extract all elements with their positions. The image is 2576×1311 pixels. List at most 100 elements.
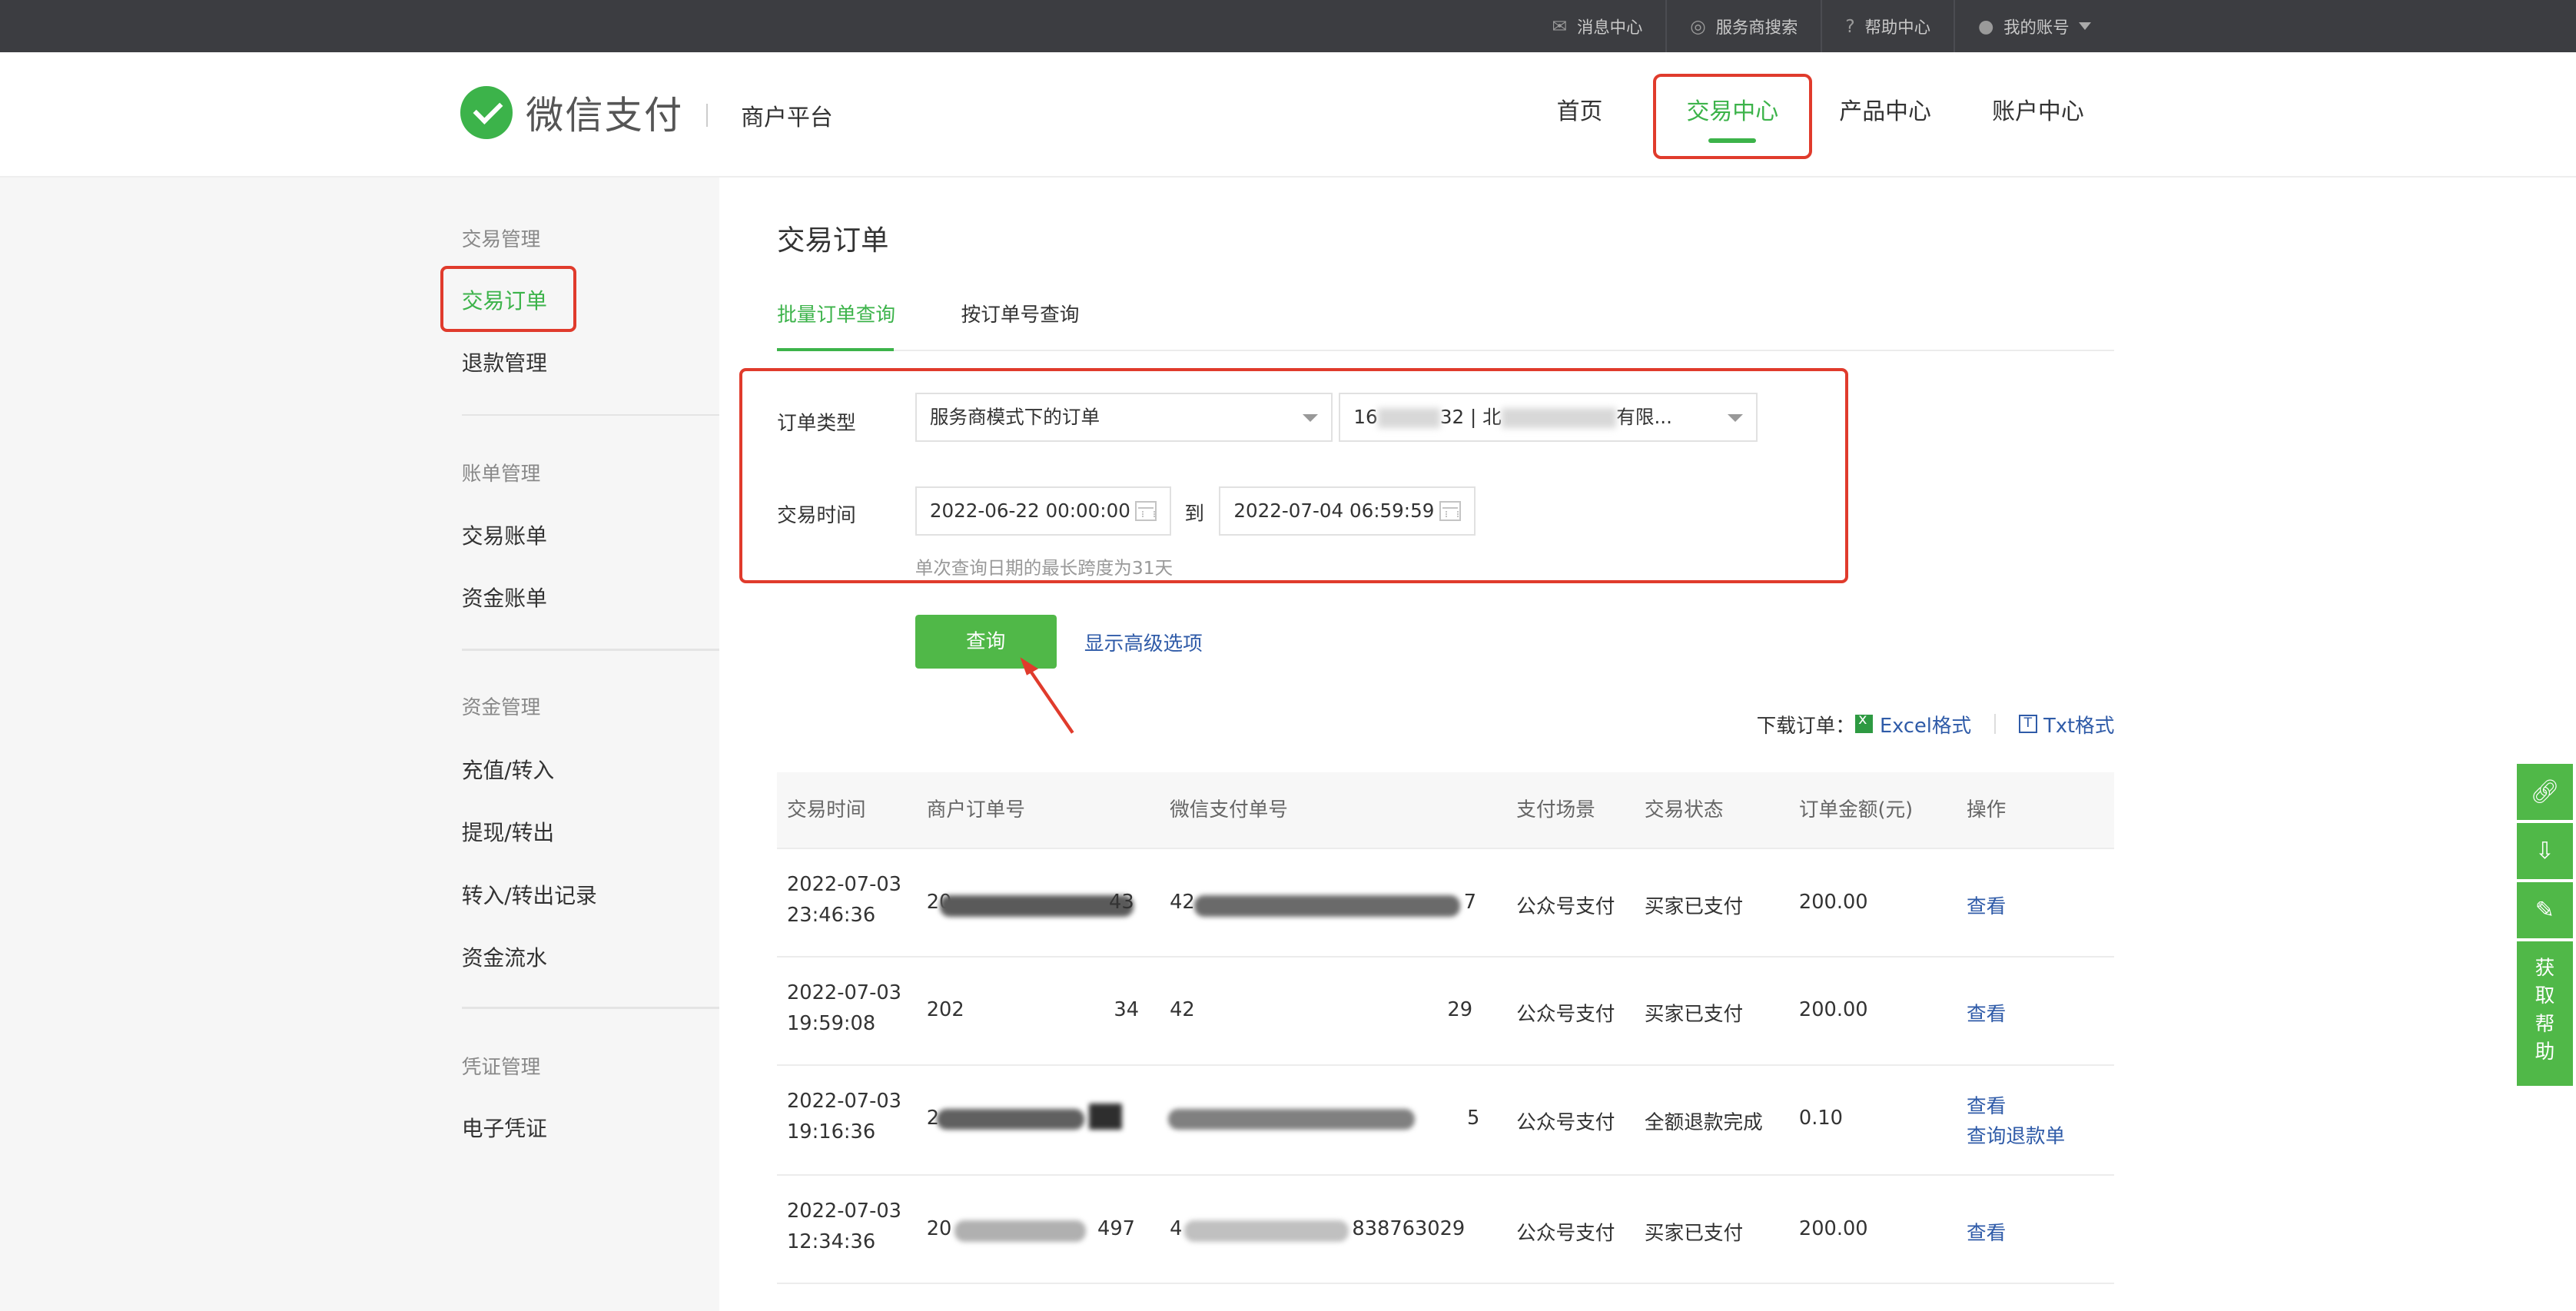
sidebar-item-withdraw[interactable]: 提现/转出 [462, 816, 555, 847]
mail-icon: ✉ [1552, 15, 1568, 38]
column-header: 交易状态 [1644, 798, 1724, 821]
txt-icon: T [2019, 715, 2037, 733]
link-icon[interactable]: 🔗︎ [2517, 764, 2573, 820]
wx-order-no-end: 5 [1467, 1107, 1480, 1130]
tab-order-no-query[interactable]: 按订单号查询 [961, 299, 1080, 350]
trade-date: 2022-07-03 [786, 1199, 901, 1223]
tab-batch-query[interactable]: 批量订单查询 [777, 299, 896, 352]
nav-account-center[interactable]: 账户中心 [1962, 77, 2115, 156]
brand-name: 微信支付 [526, 93, 684, 138]
sidebar-item-transfer-records[interactable]: 转入/转出记录 [462, 879, 597, 910]
provider-search-link[interactable]: ◎ 服务商搜索 [1665, 0, 1821, 53]
sidebar-item-refunds[interactable]: 退款管理 [462, 347, 547, 377]
sidebar-item-fund-flow[interactable]: 资金流水 [462, 941, 547, 972]
my-account-label: 我的账号 [2003, 18, 2070, 38]
help-center-link[interactable]: ? 帮助中心 [1821, 0, 1954, 53]
annotation-arrow [1020, 657, 1074, 734]
pay-scene-cell: 公众号支付 [1516, 1003, 1615, 1027]
sidebar-item-e-voucher[interactable]: 电子凭证 [462, 1112, 547, 1143]
table-header: 交易时间 商户订单号 微信支付单号 支付场景 交易状态 订单金额(元) 操作 [777, 772, 2115, 850]
order-type-value: 服务商模式下的订单 [929, 405, 1100, 428]
trade-time: 19:16:36 [786, 1120, 876, 1144]
trade-time: 12:34:36 [786, 1230, 876, 1254]
trade-time: 23:46:36 [786, 904, 876, 928]
trade-time-label: 交易时间 [777, 503, 856, 527]
help-center-label: 帮助中心 [1864, 18, 1930, 38]
redacted-mark [1089, 1104, 1123, 1130]
order-amount-cell: 200.00 [1798, 890, 1868, 914]
order-type-select[interactable]: 服务商模式下的订单 [915, 392, 1333, 443]
pay-scene-cell: 公众号支付 [1516, 894, 1615, 918]
tab-batch-query-label: 批量订单查询 [777, 304, 896, 327]
order-amount-cell: 200.00 [1798, 1216, 1868, 1240]
trade-time-cell: 2022-07-03 23:46:36 [787, 869, 901, 931]
nav-product-center[interactable]: 产品中心 [1809, 77, 1962, 156]
trade-status-cell: 全额退款完成 [1644, 1111, 1763, 1135]
help-icon: ? [1845, 15, 1855, 38]
order-amount-cell: 0.10 [1798, 1107, 1843, 1130]
end-time-value: 2022-07-04 06:59:59 [1233, 499, 1435, 522]
download-icon[interactable]: ⇩ [2517, 823, 2573, 879]
query-refund-link[interactable]: 查询退款单 [1967, 1120, 2065, 1149]
table-row: 2022-07-03 19:59:08 202 34 42 29 公众号支付 买… [777, 958, 2115, 1066]
check-logo-icon [460, 86, 513, 139]
get-help-label: 获取帮助 [2535, 956, 2555, 1064]
sidebar-item-trade-bill[interactable]: 交易账单 [462, 519, 547, 550]
view-order-link[interactable]: 查看 [1967, 891, 2006, 919]
table-row: 2022-07-03 23:46:36 20 43 42 7 公众号支付 买家已… [777, 849, 2115, 958]
user-icon: ● [1977, 15, 1994, 38]
my-account-menu[interactable]: ● 我的账号 [1953, 0, 2114, 53]
wx-order-no-end: 7 [1463, 890, 1477, 914]
sidebar-divider [461, 649, 720, 651]
trade-date: 2022-07-03 [786, 1089, 901, 1113]
download-divider [1994, 714, 1997, 734]
sub-merchant-name-end: 有限... [1616, 405, 1672, 428]
sidebar-highlight-box [440, 266, 577, 332]
download-txt-link[interactable]: T Txt格式 [2019, 710, 2114, 738]
trade-time-cell: 2022-07-03 19:59:08 [787, 977, 901, 1040]
pay-scene-cell: 公众号支付 [1516, 1111, 1615, 1135]
wx-order-no-end: 29 [1447, 998, 1473, 1022]
active-nav-underline [1708, 138, 1757, 143]
get-help-button[interactable]: 获取帮助 [2517, 941, 2573, 1086]
search-icon: ◎ [1690, 15, 1706, 38]
nav-trade-center[interactable]: 交易中心 [1652, 74, 1812, 160]
calendar-icon[interactable] [1439, 500, 1461, 521]
wx-order-no-start: 4 [1170, 1216, 1183, 1240]
calendar-icon[interactable] [1135, 500, 1157, 521]
wx-order-no-start: 42 [1170, 998, 1195, 1022]
download-excel-link[interactable]: Excel格式 [1854, 710, 1971, 738]
chevron-down-icon [1302, 413, 1318, 422]
date-range-hint: 单次查询日期的最长跨度为31天 [915, 557, 1173, 579]
merchant-order-no-start: 202 [926, 998, 964, 1022]
edit-icon[interactable]: ✎ [2517, 881, 2573, 938]
view-order-link[interactable]: 查看 [1967, 1217, 2006, 1246]
view-order-link[interactable]: 查看 [1967, 1090, 2006, 1119]
show-advanced-options-link[interactable]: 显示高级选项 [1084, 628, 1203, 656]
merchant-order-no-end: 497 [1097, 1216, 1135, 1240]
trade-time-cell: 2022-07-03 19:16:36 [787, 1086, 901, 1148]
sub-merchant-id-mid: 32 | 北 [1439, 405, 1502, 428]
trade-time-cell: 2022-07-03 12:34:36 [787, 1196, 901, 1258]
column-header: 微信支付单号 [1170, 798, 1288, 821]
message-center-link[interactable]: ✉ 消息中心 [1529, 0, 1666, 52]
chevron-down-icon [2079, 22, 2092, 30]
nav-home[interactable]: 首页 [1503, 77, 1656, 156]
sidebar-item-fund-bill[interactable]: 资金账单 [462, 582, 547, 612]
table-row: 2022-07-03 19:16:36 2 5 公众号支付 全额退款完成 0.1… [777, 1066, 2115, 1177]
top-utility-bar: ✉ 消息中心 ◎ 服务商搜索 ? 帮助中心 ● 我的账号 [0, 0, 2576, 53]
active-tab-underline [777, 348, 894, 352]
sub-merchant-select[interactable]: 16 32 | 北 有限... [1339, 392, 1758, 443]
column-header: 支付场景 [1516, 798, 1595, 821]
orders-table: 交易时间 商户订单号 微信支付单号 支付场景 交易状态 订单金额(元) 操作 2… [777, 772, 2115, 1285]
redacted-mark [1167, 1108, 1415, 1130]
start-time-input[interactable]: 2022-06-22 00:00:00 [915, 486, 1172, 536]
view-order-link[interactable]: 查看 [1967, 998, 2006, 1027]
sidebar-item-recharge[interactable]: 充值/转入 [462, 754, 555, 785]
end-time-input[interactable]: 2022-07-04 06:59:59 [1219, 486, 1476, 536]
wechat-pay-logo[interactable]: 微信支付 [460, 85, 684, 140]
sidebar-group-vouchers: 凭证管理 [461, 1056, 541, 1080]
floating-toolbar: 🔗︎ ⇩ ✎ 获取帮助 [2517, 764, 2573, 1086]
trade-date: 2022-07-03 [786, 981, 901, 1004]
redacted-mark [1184, 1220, 1349, 1242]
